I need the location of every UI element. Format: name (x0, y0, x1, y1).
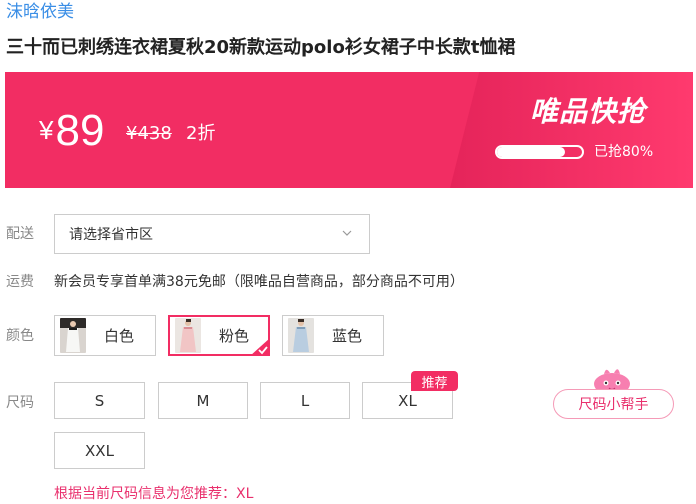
size-option-m[interactable]: M (158, 382, 248, 419)
color-name: 蓝色 (332, 327, 363, 345)
color-thumbnail-white (60, 318, 86, 353)
chevron-down-icon (342, 230, 352, 236)
progress-fill (497, 147, 565, 157)
region-select[interactable]: 请选择省市区 (54, 214, 370, 254)
progress-text: 已抢80% (594, 144, 654, 160)
size-label: 尺码 (6, 395, 34, 411)
flash-sale-title: 唯品快抢 (530, 95, 647, 128)
region-placeholder: 请选择省市区 (69, 227, 153, 243)
price-banner: ¥89 ¥438 2折 唯品快抢 已抢80% (5, 72, 693, 188)
delivery-label: 配送 (6, 226, 34, 242)
flash-sale-progress (495, 145, 584, 159)
brand-name[interactable]: 沫晗依美 (6, 0, 74, 24)
size-helper-button[interactable]: 尺码小帮手 (553, 389, 674, 419)
currency-symbol: ¥ (39, 115, 54, 145)
size-option-l[interactable]: L (260, 382, 350, 419)
color-thumbnail-pink (175, 318, 201, 353)
color-name: 粉色 (219, 327, 250, 345)
color-option-pink[interactable]: 粉色 (168, 315, 270, 356)
selected-check-icon (250, 338, 270, 356)
color-thumbnail-blue (288, 318, 314, 353)
color-option-blue[interactable]: 蓝色 (282, 315, 384, 356)
color-label: 颜色 (6, 328, 34, 344)
flash-sale-panel (450, 72, 693, 188)
size-option-s[interactable]: S (54, 382, 145, 419)
size-option-xxl[interactable]: XXL (54, 432, 145, 469)
product-title: 三十而已刺绣连衣裙夏秋20新款运动polo衫女裙子中长款t恤裙 (6, 37, 516, 58)
current-price: ¥89 (39, 102, 104, 159)
size-recommendation: 根据当前尺码信息为您推荐：XL (54, 486, 254, 502)
color-option-white[interactable]: 白色 (54, 315, 156, 356)
shipping-label: 运费 (6, 274, 34, 290)
original-price: ¥438 (126, 123, 172, 144)
discount-label: 2折 (186, 123, 216, 144)
current-price-value: 89 (55, 106, 105, 155)
shipping-note: 新会员专享首单满38元免邮（限唯品自营商品，部分商品不可用） (54, 274, 464, 290)
recommend-badge: 推荐 (411, 371, 458, 391)
color-name: 白色 (104, 327, 135, 345)
